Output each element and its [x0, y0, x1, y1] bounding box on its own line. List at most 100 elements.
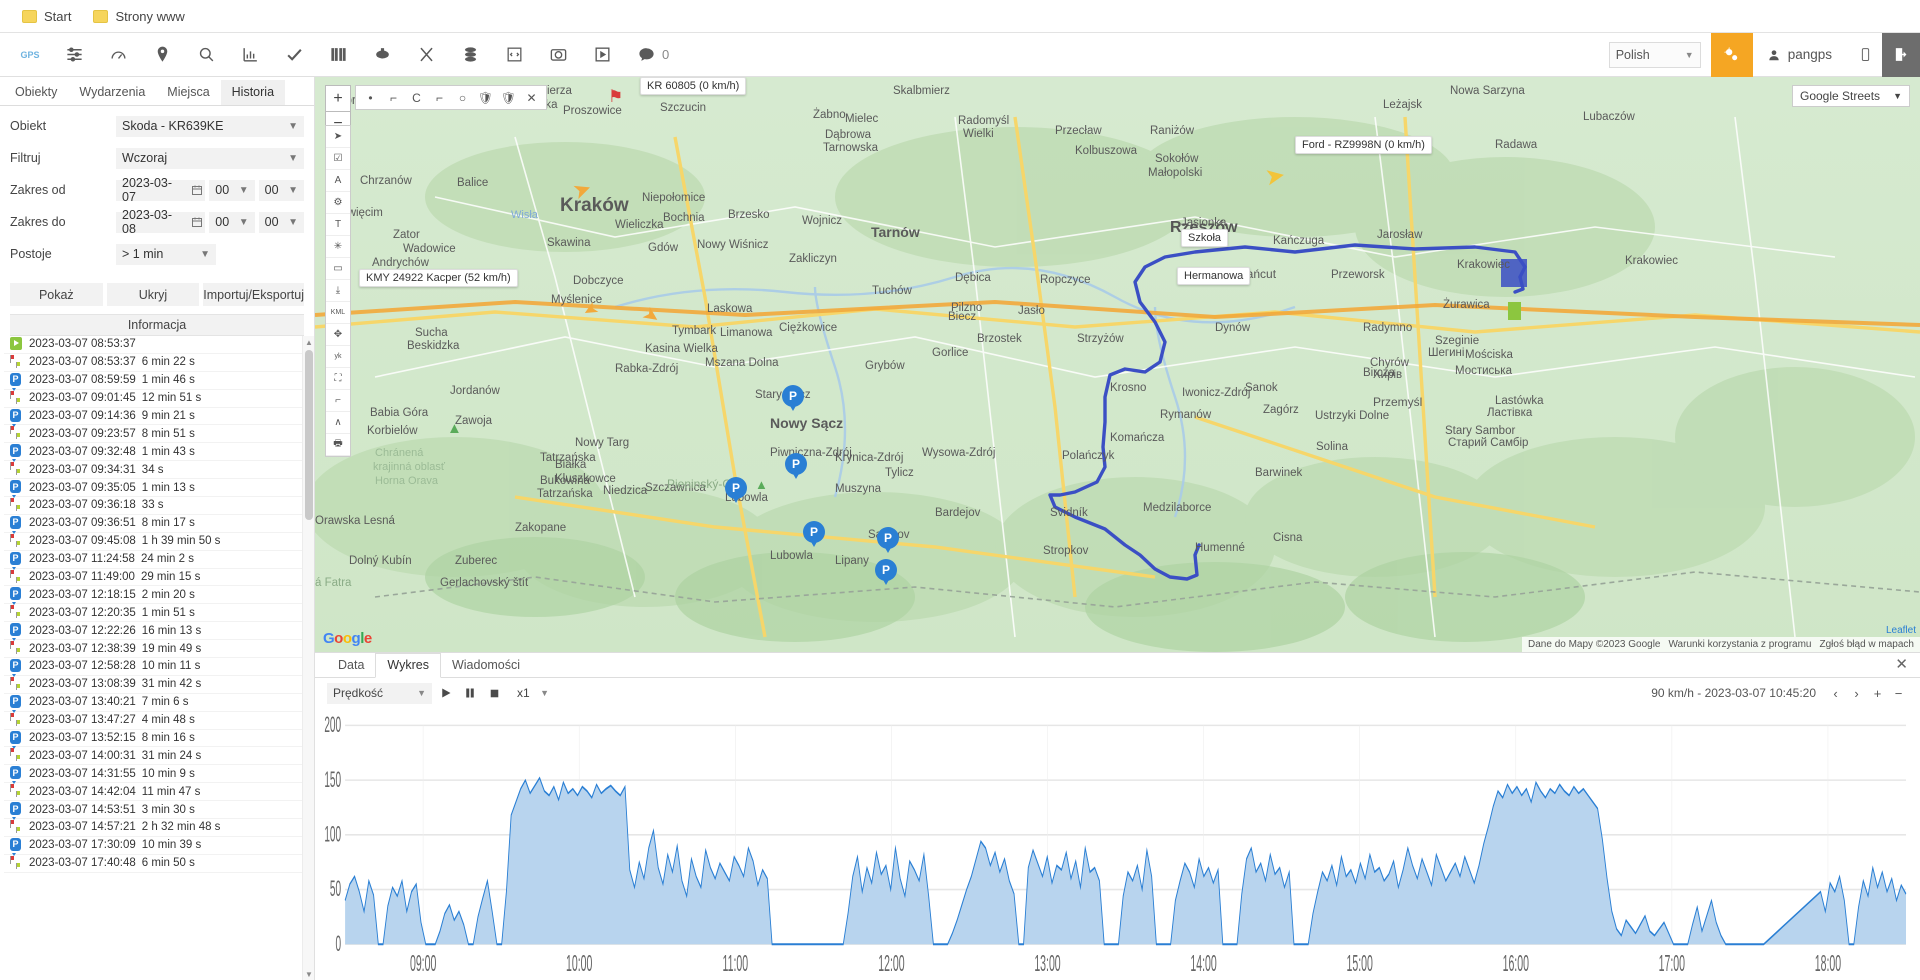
to-date-input[interactable]: 2023-03-08 — [116, 208, 189, 236]
draw-shield-alt-icon[interactable]: 🛡 — [497, 86, 520, 109]
close-icon[interactable]: ✕ — [1895, 657, 1908, 672]
map-parking-pin[interactable]: P — [725, 477, 747, 505]
event-row[interactable]: 2023-03-07 13:08:39 31 min 42 s — [4, 676, 302, 694]
bookmark-strony-www[interactable]: Strony www — [85, 6, 192, 27]
scroll-up-icon[interactable]: ▲ — [303, 336, 314, 348]
select-icon[interactable]: ☑ — [326, 148, 350, 170]
image-icon[interactable]: ▭ — [326, 258, 350, 280]
event-list[interactable]: 2023-03-07 08:53:37 2023-03-07 08:53:37 6 … — [4, 336, 302, 980]
event-row[interactable]: P 2023-03-07 14:31:55 10 min 9 s — [4, 765, 302, 784]
language-select[interactable]: Polish ▼ — [1608, 41, 1701, 68]
draw-arc-icon[interactable]: C — [405, 86, 428, 109]
filter-select[interactable]: Wczoraj ▼ — [116, 147, 304, 169]
from-date-input[interactable]: 2023-03-07 — [116, 176, 189, 204]
kml-icon[interactable]: KML — [326, 302, 350, 324]
event-list-scrollbar[interactable]: ▲ ▼ — [302, 336, 314, 980]
place-tooltip-hermanowa[interactable]: Hermanowa — [1177, 267, 1251, 285]
event-row[interactable]: 2023-03-07 11:49:00 29 min 15 s — [4, 569, 302, 587]
vehicle-tooltip-kmy24922[interactable]: KMY 24922 Kacper (52 km/h) — [359, 269, 518, 287]
tab-wiadomosci[interactable]: Wiadomości — [441, 654, 531, 677]
draw-shield-icon[interactable]: 🛡 — [474, 86, 497, 109]
cursor-icon[interactable]: ➤ — [326, 126, 350, 148]
map-terms-link[interactable]: Warunki korzystania z programu — [1668, 639, 1811, 650]
event-row[interactable]: 2023-03-07 09:01:45 12 min 51 s — [4, 390, 302, 408]
event-row[interactable]: 2023-03-07 09:45:08 1 h 39 min 50 s — [4, 533, 302, 551]
event-row[interactable]: P 2023-03-07 12:18:15 2 min 20 s — [4, 586, 302, 605]
draw-close-icon[interactable]: ✕ — [520, 86, 543, 109]
next-button[interactable]: › — [1847, 683, 1866, 704]
bar-chart-icon[interactable] — [228, 35, 272, 75]
ruler-icon[interactable]: yk — [326, 346, 350, 368]
map-pin-icon[interactable] — [140, 35, 184, 75]
event-row[interactable]: 2023-03-07 08:53:37 — [4, 336, 302, 354]
object-select[interactable]: Skoda - KR639KE ▼ — [116, 115, 304, 137]
compass-icon[interactable]: ✥ — [326, 324, 350, 346]
event-row[interactable]: P 2023-03-07 09:36:51 8 min 17 s — [4, 515, 302, 533]
calendar-icon[interactable] — [188, 179, 206, 201]
text-icon[interactable]: T — [326, 214, 350, 236]
event-row[interactable]: P 2023-03-07 09:14:36 9 min 21 s — [4, 408, 302, 426]
event-row[interactable]: 2023-03-07 14:00:31 31 min 24 s — [4, 747, 302, 766]
tab-historia[interactable]: Historia — [220, 80, 286, 105]
gps-logo-icon[interactable]: GPS — [8, 35, 52, 75]
event-row[interactable]: 2023-03-07 09:23:57 8 min 51 s — [4, 425, 302, 444]
show-button[interactable]: Pokaż — [10, 283, 103, 306]
flag-icon[interactable]: ⚑ — [608, 87, 623, 107]
map-report-link[interactable]: Zgłoś błąd w mapach — [1820, 639, 1915, 650]
gauge-icon[interactable] — [96, 35, 140, 75]
tab-miejsca[interactable]: Miejsca — [156, 80, 220, 105]
event-row[interactable]: 2023-03-07 12:20:35 1 min 51 s — [4, 604, 302, 623]
corner-icon[interactable]: ⌐ — [326, 390, 350, 412]
print-icon[interactable]: 🖶 — [326, 434, 350, 456]
tab-wykres[interactable]: Wykres — [375, 653, 441, 678]
map-parking-pin[interactable]: P — [877, 527, 899, 555]
sliders-icon[interactable] — [52, 35, 96, 75]
scrollbar-thumb[interactable] — [305, 350, 313, 520]
tab-obiekty[interactable]: Obiekty — [4, 80, 68, 105]
event-row[interactable]: P 2023-03-07 17:30:09 10 min 39 s — [4, 837, 302, 855]
star-icon[interactable]: ✳ — [326, 236, 350, 258]
vehicle-tooltip-kr60805[interactable]: KR 60805 (0 km/h) — [640, 77, 747, 95]
event-row[interactable]: P 2023-03-07 09:32:48 1 min 43 s — [4, 443, 302, 462]
map-parking-pin[interactable]: P — [803, 521, 825, 549]
event-row[interactable]: P 2023-03-07 13:52:15 8 min 16 s — [4, 730, 302, 748]
book-icon[interactable] — [316, 35, 360, 75]
event-row[interactable]: 2023-03-07 09:34:31 34 s — [4, 461, 302, 480]
code-icon[interactable] — [492, 35, 536, 75]
speed-multiplier-select[interactable]: x1 ▼ — [512, 683, 554, 704]
vehicle-tooltip-ford[interactable]: Ford - RZ9998N (0 km/h) — [1295, 136, 1432, 154]
draw-polyline-icon[interactable]: ⌐ — [382, 86, 405, 109]
prev-button[interactable]: ‹ — [1826, 683, 1845, 704]
event-row[interactable]: P 2023-03-07 09:35:05 1 min 13 s — [4, 479, 302, 498]
metric-select[interactable]: Prędkość ▼ — [327, 682, 432, 704]
event-row[interactable]: P 2023-03-07 08:59:59 1 min 46 s — [4, 372, 302, 390]
from-hour-select[interactable]: 00 ▼ — [209, 179, 255, 201]
mobile-icon[interactable] — [1848, 33, 1882, 77]
event-row[interactable]: 2023-03-07 12:38:39 19 min 49 s — [4, 640, 302, 659]
to-hour-select[interactable]: 00 ▼ — [209, 211, 255, 233]
map-view[interactable]: Kraków Tarnów Nowy Sącz Rzeszów Dąbrowa … — [315, 77, 1920, 652]
event-row[interactable]: P 2023-03-07 11:24:58 24 min 2 s — [4, 551, 302, 569]
from-minute-select[interactable]: 00 ▼ — [258, 179, 304, 201]
stop-button[interactable] — [484, 683, 504, 704]
draw-circle-icon[interactable]: ○ — [451, 86, 474, 109]
user-menu[interactable]: pangps — [1753, 33, 1848, 77]
settings-button[interactable] — [1710, 32, 1753, 77]
stops-select[interactable]: > 1 min ▼ — [116, 243, 216, 265]
camera-icon[interactable] — [536, 35, 580, 75]
database-icon[interactable] — [448, 35, 492, 75]
tab-wydarzenia[interactable]: Wydarzenia — [68, 80, 156, 105]
event-row[interactable]: 2023-03-07 08:53:37 6 min 22 s — [4, 354, 302, 372]
download-icon[interactable]: ⤓ — [326, 280, 350, 302]
draw-angle-icon[interactable]: ⌐ — [428, 86, 451, 109]
logout-button[interactable] — [1882, 32, 1920, 77]
event-row[interactable]: P 2023-03-07 14:53:51 3 min 30 s — [4, 801, 302, 820]
chart-zoom-in-button[interactable]: + — [1868, 683, 1887, 704]
play-button[interactable] — [436, 683, 456, 704]
event-row[interactable]: P 2023-03-07 12:58:28 10 min 11 s — [4, 658, 302, 676]
calendar-icon[interactable] — [188, 211, 206, 233]
event-row[interactable]: P 2023-03-07 12:22:26 16 min 13 s — [4, 622, 302, 641]
fullscreen-icon[interactable]: ⛶ — [326, 368, 350, 390]
event-row[interactable]: 2023-03-07 14:57:21 2 h 32 min 48 s — [4, 819, 302, 837]
tools-icon[interactable] — [404, 35, 448, 75]
